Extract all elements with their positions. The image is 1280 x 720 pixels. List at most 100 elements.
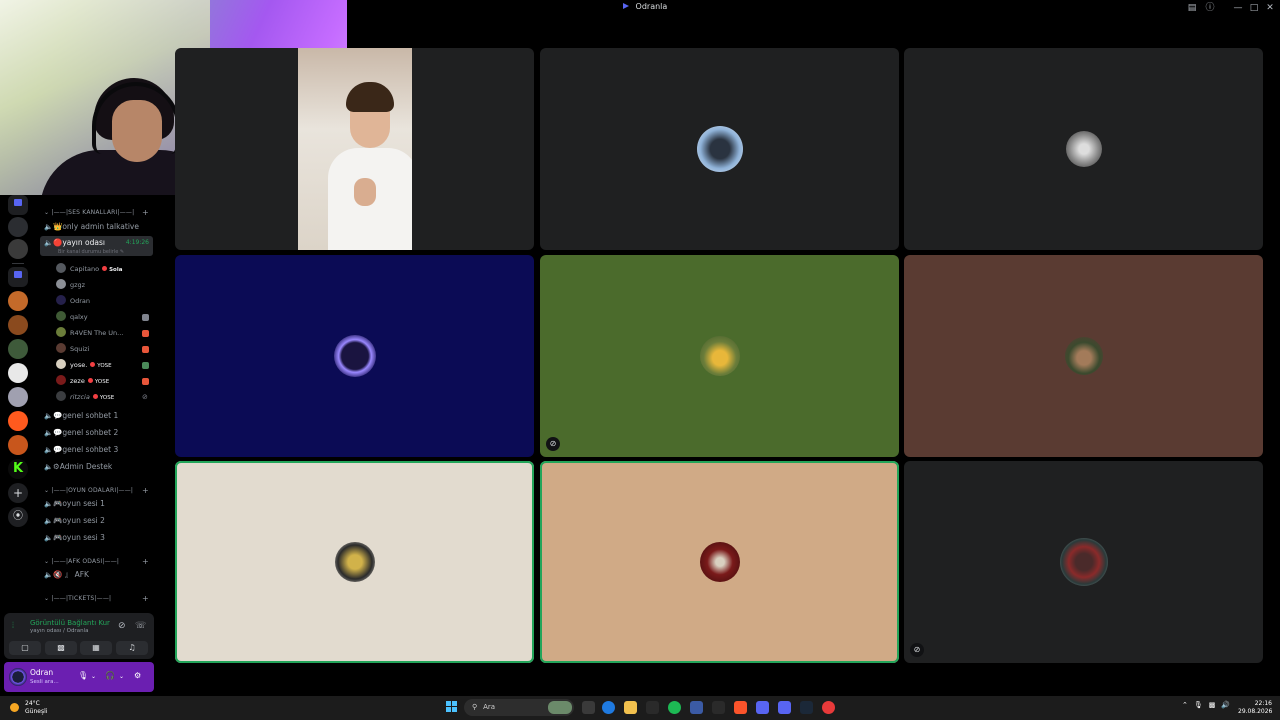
video-tile[interactable] — [175, 255, 534, 457]
participant-camera-feed — [298, 48, 412, 250]
voice-channel-yayin-odasi[interactable]: 🔈🔴yayın odası 4:19:26 Bir kanal durumu b… — [40, 236, 153, 256]
voice-channel-admin-talkative[interactable]: 🔈👑only admin talkative — [40, 220, 153, 234]
server-icon-4[interactable] — [8, 315, 28, 335]
voice-member[interactable]: qalxy — [56, 310, 153, 324]
taskbar-clock[interactable]: 22:16 29.08.2026 — [1238, 700, 1272, 716]
video-tile-speaking[interactable] — [175, 461, 534, 663]
server-icon-7[interactable] — [8, 387, 28, 407]
close-button[interactable]: ✕ — [1264, 2, 1276, 14]
speaker-icon: 🔈 — [44, 239, 53, 247]
help-icon[interactable]: ⓘ — [1204, 2, 1216, 14]
channel-status-hint[interactable]: Bir kanal durumu belirle ✎ — [58, 247, 124, 258]
spotify-icon[interactable] — [668, 701, 681, 714]
weather-condition: Güneşli — [25, 708, 48, 715]
headphones-icon[interactable]: 🎧 — [105, 671, 115, 680]
add-channel-icon[interactable]: + — [142, 594, 149, 603]
add-server-icon[interactable]: + — [8, 483, 28, 503]
server-folder-icon-2[interactable] — [8, 267, 28, 287]
avatar — [56, 295, 66, 305]
voice-channel-genel-sohbet-1[interactable]: 🔈💬genel sohbet 1 — [40, 409, 153, 423]
voice-member[interactable]: zeze YOSE — [56, 374, 153, 388]
disconnect-icon[interactable]: ☏ — [135, 621, 146, 631]
server-icon-3[interactable] — [8, 291, 28, 311]
app-icon[interactable] — [822, 701, 835, 714]
system-tray[interactable]: ⌃🎙▩🔊 — [1182, 701, 1236, 709]
add-channel-icon[interactable]: + — [142, 208, 149, 217]
taskbar-search[interactable]: ⚲ Ara — [464, 699, 574, 716]
screen-share-button[interactable]: ▩ — [45, 641, 77, 655]
start-button[interactable] — [446, 701, 458, 713]
avatar[interactable] — [9, 668, 27, 686]
camera-toggle-button[interactable]: ▢ — [9, 641, 41, 655]
voice-member[interactable]: Capitano Sola — [56, 262, 153, 276]
voice-member[interactable]: yose. YOSE — [56, 358, 153, 372]
video-grid: ⊘ ⊘ — [175, 48, 1265, 664]
settings-gear-icon[interactable]: ⚙ — [134, 671, 141, 680]
voice-channel-genel-sohbet-2[interactable]: 🔈💬genel sohbet 2 — [40, 426, 153, 440]
terminal-icon[interactable] — [712, 701, 725, 714]
voice-member[interactable]: ritzcia YOSE ⊘ — [56, 390, 153, 404]
server-icon-8[interactable] — [8, 411, 28, 431]
video-tile-camera[interactable] — [175, 48, 534, 250]
brave-icon[interactable] — [734, 701, 747, 714]
inbox-icon[interactable]: ▤ — [1186, 2, 1198, 14]
window-title-area: Odranla — [622, 2, 667, 11]
kick-server-icon[interactable]: K — [8, 459, 28, 479]
participant-avatar — [1065, 131, 1102, 167]
video-tile-speaking[interactable] — [540, 461, 899, 663]
app-icon[interactable] — [646, 701, 659, 714]
server-icon-9[interactable] — [8, 435, 28, 455]
app-icon[interactable] — [690, 701, 703, 714]
category-voice[interactable]: ⌄ |——|SES KANALLARI|——| + — [44, 208, 149, 217]
voice-member[interactable]: Squizi — [56, 342, 153, 356]
minimize-button[interactable]: — — [1232, 2, 1244, 14]
edge-icon[interactable] — [602, 701, 615, 714]
video-tile[interactable]: ⊘ — [540, 255, 899, 457]
connection-location[interactable]: yayın odası / Odranla — [30, 628, 88, 634]
soundboard-button[interactable]: ♫ — [116, 641, 148, 655]
voice-member[interactable]: R4VEN The Un... — [56, 326, 153, 340]
voice-member[interactable]: gzgz — [56, 278, 153, 292]
server-folder-icon[interactable] — [8, 195, 28, 215]
voice-channel-admin-destek[interactable]: 🔈⚙Admin Destek — [40, 460, 153, 474]
connection-status[interactable]: Görüntülü Bağlantı Kur — [30, 619, 110, 627]
microphone-icon[interactable]: 🎙 — [78, 671, 88, 680]
category-afk[interactable]: ⌄ |——|AFK ODASI|——| + — [44, 557, 149, 566]
voice-channel-oyun-sesi-1[interactable]: 🔈🎮oyun sesi 1 — [40, 497, 153, 511]
voice-channel-oyun-sesi-2[interactable]: 🔈🎮oyun sesi 2 — [40, 514, 153, 528]
username[interactable]: Odran — [30, 668, 53, 677]
steam-icon[interactable] — [800, 701, 813, 714]
noise-suppression-icon[interactable]: ⊘ — [118, 621, 126, 631]
activities-button[interactable]: ▦ — [80, 641, 112, 655]
category-tickets[interactable]: ⌄ |——|TICKETS|——| + — [44, 594, 149, 603]
chevron-down-icon[interactable]: ⌄ — [119, 673, 124, 680]
file-explorer-icon[interactable] — [624, 701, 637, 714]
discover-icon[interactable]: ⦿ — [8, 507, 28, 527]
server-icon-6[interactable] — [8, 363, 28, 383]
category-games[interactable]: ⌄ |——|OYUN ODALARI|——| + — [44, 486, 149, 495]
voice-channel-oyun-sesi-3[interactable]: 🔈🎮oyun sesi 3 — [40, 531, 153, 545]
video-tile[interactable] — [904, 48, 1263, 250]
video-tile[interactable] — [904, 255, 1263, 457]
signal-icon: ⦙ — [12, 621, 15, 631]
task-view-icon[interactable] — [582, 701, 595, 714]
maximize-button[interactable]: □ — [1248, 2, 1260, 14]
video-icon — [142, 314, 149, 321]
add-channel-icon[interactable]: + — [142, 557, 149, 566]
avatar — [56, 279, 66, 289]
add-channel-icon[interactable]: + — [142, 486, 149, 495]
server-icon-1[interactable] — [8, 217, 28, 237]
activity-icon — [142, 330, 149, 337]
video-tile[interactable]: ⊘ — [904, 461, 1263, 663]
video-tile[interactable] — [540, 48, 899, 250]
server-icon-5[interactable] — [8, 339, 28, 359]
voice-channel-genel-sohbet-3[interactable]: 🔈💬genel sohbet 3 — [40, 443, 153, 457]
discord-icon[interactable] — [756, 701, 769, 714]
avatar — [56, 327, 66, 337]
server-icon-2[interactable] — [8, 239, 28, 259]
server-rail: K + ⦿ — [0, 195, 36, 610]
voice-member[interactable]: Odran — [56, 294, 153, 308]
chevron-down-icon[interactable]: ⌄ — [91, 673, 96, 680]
voice-channel-afk[interactable]: 🔈🔇 』 AFK — [40, 568, 153, 582]
discord-icon-2[interactable] — [778, 701, 791, 714]
